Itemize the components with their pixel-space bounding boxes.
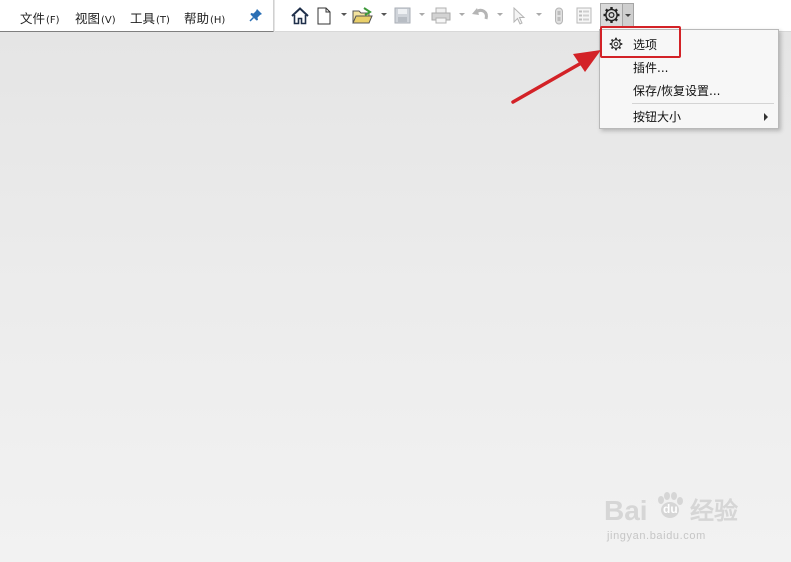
menu-help-accel: (H) bbox=[210, 15, 226, 26]
menu-view-accel: (V) bbox=[101, 15, 116, 26]
open-dropdown[interactable] bbox=[381, 13, 387, 16]
menu-help-label: 帮助 bbox=[184, 11, 210, 26]
print-dropdown[interactable] bbox=[459, 13, 465, 16]
pin-icon[interactable] bbox=[249, 8, 263, 22]
undo-icon bbox=[471, 8, 488, 20]
save-icon bbox=[394, 7, 410, 24]
select-cursor-icon bbox=[513, 6, 526, 25]
menu-item-addins[interactable]: 插件... bbox=[633, 59, 668, 76]
save-button[interactable] bbox=[392, 5, 412, 26]
menu-file-label: 文件 bbox=[20, 11, 46, 26]
home-button[interactable] bbox=[289, 5, 311, 26]
menu-bar: 文件 (F) 视图 (V) 工具 (T) 帮助 (H) bbox=[0, 0, 274, 32]
menu-file-accel: (F) bbox=[46, 15, 60, 26]
rebuild-icon bbox=[555, 7, 563, 24]
new-document-icon bbox=[317, 7, 331, 24]
chevron-down-icon bbox=[625, 14, 631, 17]
new-document-button[interactable] bbox=[316, 5, 332, 26]
print-icon bbox=[431, 7, 451, 24]
watermark-brand-latin-1: Bai bbox=[604, 495, 648, 526]
menu-help[interactable]: 帮助 (H) bbox=[184, 8, 225, 27]
save-dropdown[interactable] bbox=[419, 13, 425, 16]
open-button[interactable] bbox=[351, 5, 375, 26]
watermark-brand-cn: 经验 bbox=[690, 497, 738, 525]
menu-view-label: 视图 bbox=[75, 11, 101, 26]
open-folder-icon bbox=[352, 6, 373, 23]
watermark-url: jingyan.baidu.com bbox=[607, 530, 706, 542]
menu-tools[interactable]: 工具 (T) bbox=[130, 8, 170, 27]
print-button[interactable] bbox=[430, 5, 452, 26]
submenu-arrow-icon bbox=[764, 113, 768, 121]
home-icon bbox=[291, 7, 309, 25]
menu-view[interactable]: 视图 (V) bbox=[75, 8, 116, 27]
annotation-arrow-icon bbox=[511, 50, 601, 104]
menu-tools-label: 工具 bbox=[130, 11, 156, 26]
menu-tools-accel: (T) bbox=[156, 15, 170, 26]
menu-file[interactable]: 文件 (F) bbox=[20, 8, 60, 27]
watermark-brand-latin-2: du bbox=[663, 502, 678, 516]
new-document-dropdown[interactable] bbox=[341, 13, 347, 16]
options-button[interactable] bbox=[600, 3, 623, 27]
standard-toolbar bbox=[275, 0, 791, 32]
undo-button[interactable] bbox=[469, 5, 491, 26]
undo-dropdown[interactable] bbox=[497, 13, 503, 16]
rebuild-button[interactable] bbox=[552, 5, 566, 26]
menu-item-save-restore-settings[interactable]: 保存/恢复设置... bbox=[633, 82, 721, 99]
file-properties-button[interactable] bbox=[575, 5, 593, 26]
options-dropdown-toggle[interactable] bbox=[623, 3, 634, 27]
select-dropdown[interactable] bbox=[536, 13, 542, 16]
menu-item-button-size[interactable]: 按钮大小 bbox=[633, 108, 681, 125]
options-gear-icon bbox=[603, 7, 620, 23]
file-properties-icon bbox=[576, 7, 592, 24]
select-button[interactable] bbox=[510, 5, 528, 26]
menu-separator bbox=[632, 103, 774, 104]
